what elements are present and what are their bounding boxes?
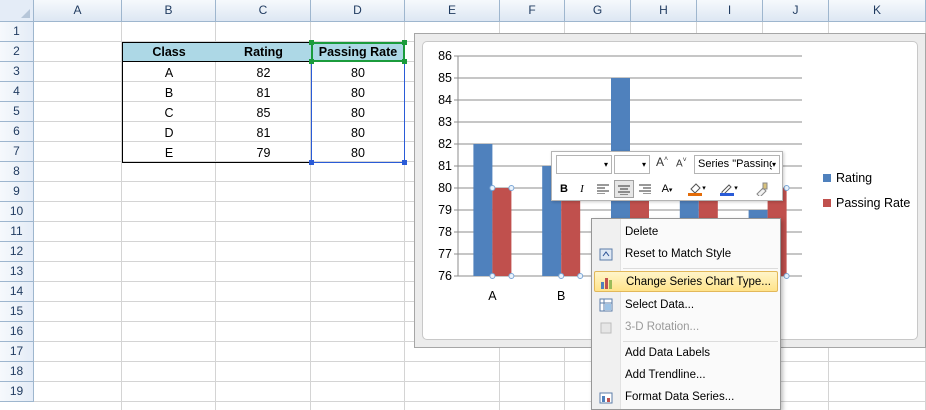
- align-center-icon: [618, 185, 630, 196]
- align-left-icon: [597, 184, 609, 195]
- reset-style-icon: [599, 248, 613, 261]
- select-data-icon: [599, 298, 613, 312]
- format-painter-button[interactable]: [750, 180, 772, 198]
- format-series-icon: [599, 392, 613, 404]
- menu-item-label: Reset to Match Style: [625, 248, 732, 260]
- menu-separator: [623, 341, 778, 342]
- legend-label-rating: Rating: [836, 171, 873, 185]
- selection-handle[interactable]: [783, 273, 790, 279]
- mini-toolbar: ▾ ▾ A˄ A˅ Series "Passing ▾ B I A▾ ▾ ▾: [551, 151, 783, 201]
- paint-bucket-icon: [688, 183, 703, 196]
- chevron-down-icon: ▾: [771, 156, 776, 173]
- legend-item-passing-rate[interactable]: Passing Rate: [823, 194, 910, 212]
- context-menu: Delete Reset to Match Style Change Serie…: [591, 218, 781, 410]
- menu-item-label: Add Data Labels: [625, 347, 711, 359]
- chart-plot[interactable]: 76 77 78 79 80 81 82 83 84 85 86 A B: [0, 0, 926, 410]
- menu-item-label: Add Trendline...: [625, 369, 706, 381]
- menu-item-add-trendline[interactable]: Add Trendline...: [594, 365, 778, 386]
- selection-handle[interactable]: [783, 185, 790, 191]
- series-select-dropdown[interactable]: Series "Passing ▾: [694, 155, 780, 174]
- align-right-button[interactable]: [636, 180, 654, 198]
- menu-item-label: 3-D Rotation...: [625, 321, 700, 333]
- menu-item-label: Select Data...: [625, 299, 695, 311]
- selection-handle[interactable]: [558, 273, 565, 279]
- y-tick-label: 83: [438, 115, 452, 129]
- series-select-value: Series "Passing: [698, 158, 776, 170]
- menu-item-3d-rotation[interactable]: 3-D Rotation...: [594, 317, 778, 338]
- y-tick-label: 84: [438, 93, 452, 107]
- menu-item-add-data-labels[interactable]: Add Data Labels: [594, 343, 778, 364]
- italic-button[interactable]: I: [574, 180, 590, 198]
- font-color-button[interactable]: A▾: [657, 180, 677, 198]
- menu-item-delete[interactable]: Delete: [594, 222, 778, 243]
- menu-item-select-data[interactable]: Select Data...: [594, 295, 778, 316]
- y-tick-label: 82: [438, 137, 452, 151]
- legend-swatch-rating: [823, 174, 831, 182]
- selection-handle[interactable]: [508, 185, 515, 191]
- font-size-box[interactable]: ▾: [614, 155, 650, 174]
- x-tick-label: B: [557, 289, 565, 303]
- menu-item-label: Delete: [625, 226, 659, 238]
- font-color-icon: A: [661, 183, 669, 195]
- chevron-down-icon: ▾: [603, 160, 608, 169]
- y-tick-label: 81: [438, 159, 452, 173]
- menu-item-label: Change Series Chart Type...: [626, 276, 771, 288]
- y-tick-label: 85: [438, 71, 452, 85]
- y-tick-label: 76: [438, 269, 452, 283]
- menu-separator: [623, 268, 778, 269]
- shrink-font-button[interactable]: A˅: [676, 157, 687, 169]
- align-right-icon: [639, 184, 651, 195]
- chevron-down-icon: ▾: [734, 185, 738, 192]
- bar-rating-a[interactable]: [473, 144, 493, 276]
- selection-handle[interactable]: [489, 273, 496, 279]
- center-button[interactable]: [614, 180, 634, 198]
- x-tick-label: A: [488, 289, 497, 303]
- fill-color-button[interactable]: ▾: [684, 180, 710, 198]
- bar-passing-rate-a[interactable]: [492, 188, 512, 276]
- legend-label-passing-rate: Passing Rate: [836, 196, 911, 210]
- menu-item-label: Format Data Series...: [625, 391, 735, 403]
- legend-swatch-passing-rate: [823, 199, 831, 207]
- selection-handle[interactable]: [508, 273, 515, 279]
- chart-type-icon: [601, 278, 612, 289]
- menu-item-format-data-series[interactable]: Format Data Series...: [594, 387, 778, 408]
- bold-button[interactable]: B: [556, 180, 572, 198]
- y-tick-label: 79: [438, 203, 452, 217]
- 3d-rotation-icon: [600, 322, 612, 334]
- selection-handle[interactable]: [577, 273, 584, 279]
- menu-item-reset-to-match-style[interactable]: Reset to Match Style: [594, 244, 778, 265]
- menu-item-change-series-chart-type[interactable]: Change Series Chart Type...: [594, 271, 778, 292]
- y-tick-label: 78: [438, 225, 452, 239]
- legend-item-rating[interactable]: Rating: [823, 169, 872, 187]
- chevron-down-icon: ▾: [702, 185, 706, 192]
- y-tick-label: 77: [438, 247, 452, 261]
- align-left-button[interactable]: [594, 180, 612, 198]
- y-tick-label: 86: [438, 49, 452, 63]
- format-painter-icon: [756, 182, 768, 198]
- pen-icon: [720, 184, 735, 196]
- bar-passing-rate-b[interactable]: [561, 188, 581, 276]
- chevron-down-icon: ▾: [641, 160, 646, 169]
- grow-font-button[interactable]: A˄: [656, 155, 668, 169]
- outline-color-button[interactable]: ▾: [716, 180, 742, 198]
- y-tick-label: 80: [438, 181, 452, 195]
- font-name-box[interactable]: ▾: [556, 155, 612, 174]
- selection-handle[interactable]: [489, 185, 496, 191]
- chevron-down-icon: ▾: [668, 187, 673, 194]
